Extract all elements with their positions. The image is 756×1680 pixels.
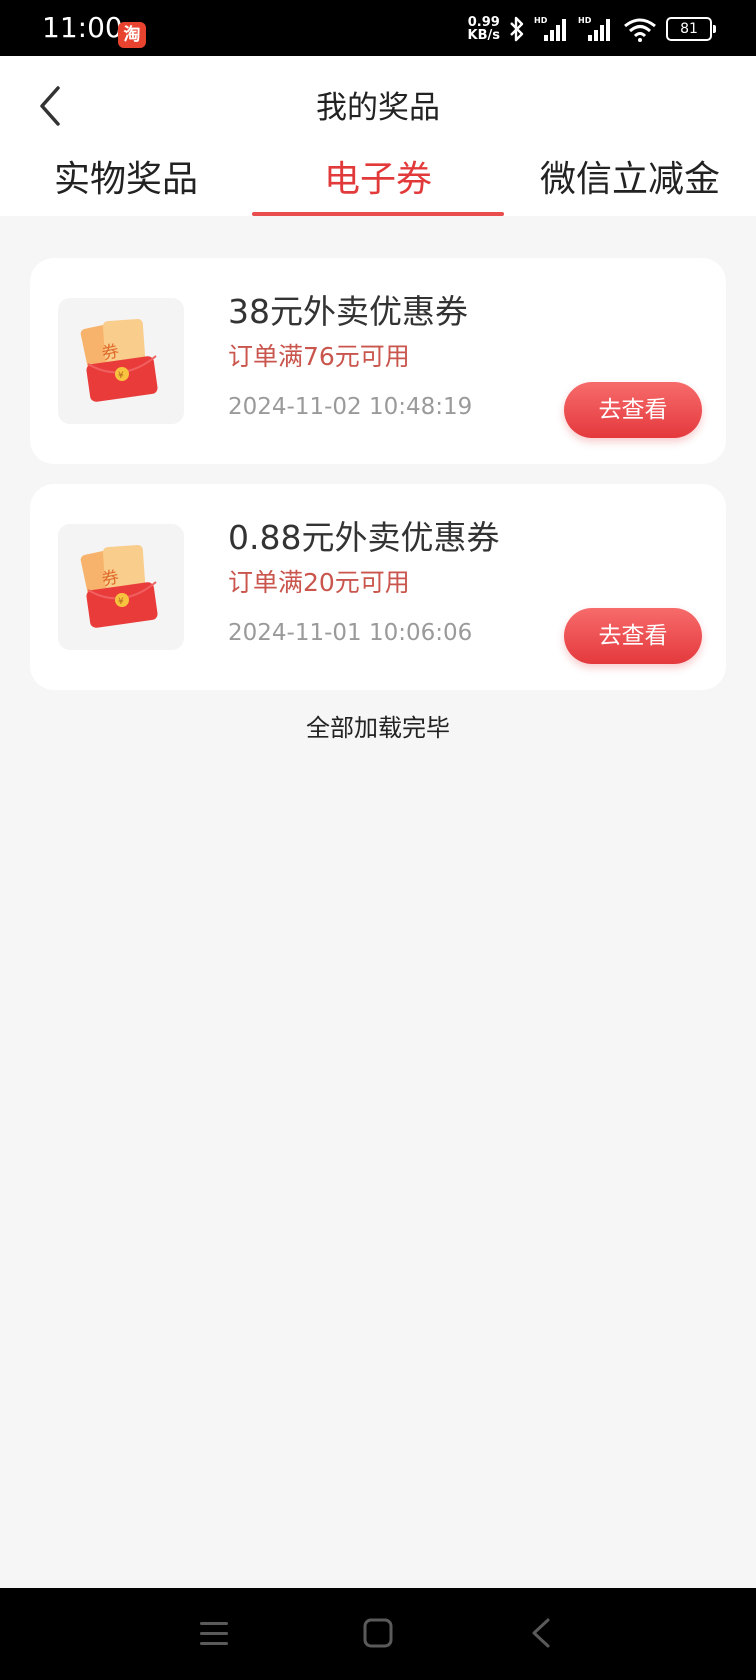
coupon-time: 2024-11-01 10:06:06	[228, 620, 473, 646]
taobao-icon: 淘	[118, 22, 146, 48]
list-end-text: 全部加载完毕	[306, 714, 450, 742]
menu-icon	[200, 1622, 228, 1645]
tab-wechat-cashback[interactable]: 微信立减金	[504, 152, 756, 216]
system-nav-bar	[0, 1588, 756, 1680]
coupon-icon-coin: ¥	[118, 371, 124, 381]
svg-text:HD: HD	[534, 16, 548, 25]
network-speed-unit: KB/s	[467, 28, 500, 43]
status-time: 11:00	[42, 11, 123, 44]
active-tab-indicator	[252, 212, 504, 216]
coupon-envelope-icon: 券 ¥	[80, 318, 158, 402]
hd-signal-icon: HD	[578, 15, 614, 43]
coupon-thumbnail: 券 ¥	[58, 524, 184, 650]
coupon-card: 券 ¥ 0.88元外卖优惠券 订单满20元可用 2024-11-01 10:06…	[30, 484, 726, 690]
hd-signal-icon: HD	[534, 15, 570, 43]
coupon-thumbnail: 券 ¥	[58, 298, 184, 424]
coupon-title: 38元外卖优惠券	[228, 292, 468, 331]
coupon-condition: 订单满20元可用	[228, 568, 410, 597]
svg-text:HD: HD	[578, 16, 592, 25]
page-title: 我的奖品	[316, 90, 440, 126]
coupon-card: 券 ¥ 38元外卖优惠券 订单满76元可用 2024-11-02 10:48:1…	[30, 258, 726, 464]
header: 我的奖品 实物奖品 电子券 微信立减金	[0, 56, 756, 216]
coupon-condition: 订单满76元可用	[228, 342, 410, 371]
tab-e-coupons[interactable]: 电子券	[252, 152, 504, 216]
home-button[interactable]	[348, 1610, 408, 1658]
coupon-envelope-icon: 券 ¥	[80, 544, 158, 628]
network-speed: 0.99 KB/s	[468, 16, 500, 42]
battery-icon: 81	[666, 17, 716, 41]
status-right-group: 0.99 KB/s HD HD 81	[468, 14, 716, 44]
coupon-title: 0.88元外卖优惠券	[228, 518, 500, 557]
coupon-icon-coin: ¥	[118, 597, 124, 607]
tab-bar: 实物奖品 电子券 微信立减金	[0, 152, 756, 216]
menu-button[interactable]	[184, 1610, 244, 1658]
status-bar: 11:00 淘 0.99 KB/s HD HD 81	[0, 0, 756, 56]
system-back-button[interactable]	[512, 1610, 572, 1658]
tab-physical-prizes[interactable]: 实物奖品	[0, 152, 252, 216]
back-triangle-icon	[532, 1618, 550, 1648]
coupon-time: 2024-11-02 10:48:19	[228, 394, 473, 420]
bluetooth-icon	[508, 15, 526, 43]
home-square-icon	[363, 1618, 393, 1648]
wifi-icon	[622, 15, 658, 43]
view-coupon-button[interactable]: 去查看	[564, 382, 702, 438]
view-coupon-button[interactable]: 去查看	[564, 608, 702, 664]
